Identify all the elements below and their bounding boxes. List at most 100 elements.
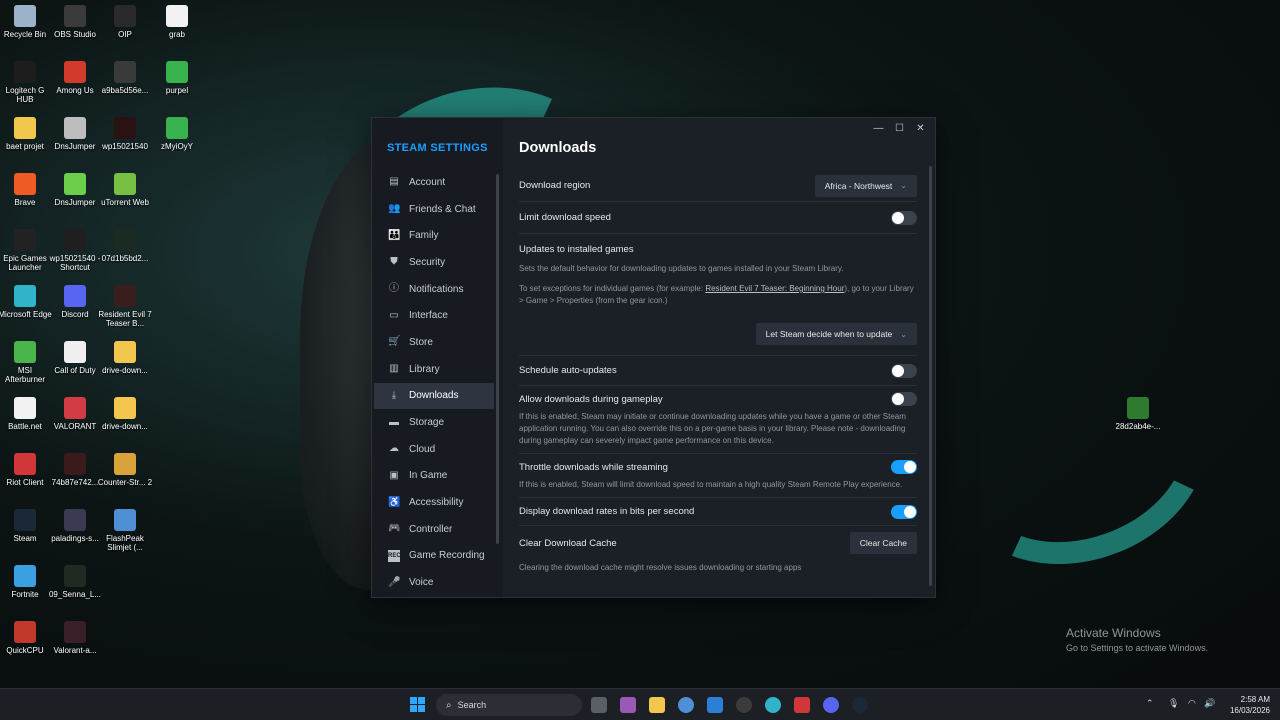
app-icon[interactable] xyxy=(620,697,636,713)
desktop-icon[interactable]: drive-down... xyxy=(100,397,150,453)
app-shortcut-icon xyxy=(114,5,136,27)
desktop-icon[interactable]: zMyiOyY xyxy=(152,117,202,173)
sidebar-item-family[interactable]: 👪 Family xyxy=(372,222,503,249)
close-button[interactable]: ✕ xyxy=(910,122,931,136)
desktop-icon[interactable]: baet projet xyxy=(0,117,50,173)
sidebar-item-game-recording[interactable]: REC Game Recording xyxy=(372,543,503,570)
desktop-icon[interactable]: 09_Senna_L... xyxy=(49,565,101,621)
updates-section: Updates to installed games Sets the defa… xyxy=(519,234,917,356)
throttle-section: Throttle downloads while streaming If th… xyxy=(519,454,917,498)
desktop-icon[interactable]: Brave xyxy=(0,173,50,229)
wifi-icon[interactable]: ◠ xyxy=(1188,698,1196,709)
discord-icon[interactable] xyxy=(823,697,839,713)
browser-icon[interactable] xyxy=(678,697,694,713)
desktop-icon[interactable]: a9ba5d56e... xyxy=(100,61,150,117)
sidebar-item-store[interactable]: 🛒 Store xyxy=(372,329,503,356)
content-scrollbar[interactable] xyxy=(929,166,932,586)
taskbar-clock[interactable]: 2:58 AM 16/03/2026 xyxy=(1226,694,1270,716)
sidebar-item-cloud[interactable]: ☁ Cloud xyxy=(372,436,503,463)
bits-toggle[interactable] xyxy=(891,504,917,519)
desktop-icon[interactable]: QuickCPU xyxy=(0,621,50,677)
desktop-icon[interactable]: uTorrent Web xyxy=(100,173,150,229)
desktop-icon[interactable]: Recycle Bin xyxy=(0,5,50,61)
app-shortcut-icon xyxy=(14,565,36,587)
desktop-icon[interactable]: Epic Games Launcher xyxy=(0,229,50,285)
maximize-button[interactable]: ☐ xyxy=(889,122,910,136)
sidebar-item-downloads[interactable]: ⤓ Downloads xyxy=(374,382,494,410)
sidebar-item-voice[interactable]: 🎤 Voice xyxy=(372,569,503,596)
limit-speed-toggle[interactable] xyxy=(891,210,917,225)
desktop-icon[interactable]: Among Us xyxy=(50,61,100,117)
update-mode-dropdown[interactable]: Let Steam decide when to update ⌄ xyxy=(755,323,917,345)
desktop-icon[interactable]: Battle.net xyxy=(0,397,50,453)
download-region-dropdown[interactable]: Africa - Northwest ⌄ xyxy=(814,174,917,197)
desktop-icon[interactable]: FlashPeak Slimjet (... xyxy=(100,509,150,565)
sidebar-item-controller[interactable]: 🎮 Controller xyxy=(372,516,503,543)
store-icon[interactable] xyxy=(707,697,723,713)
updates-exceptions-text: To set exceptions for individual games (… xyxy=(519,283,917,307)
sidebar-item-interface[interactable]: ▭ Interface xyxy=(372,302,503,329)
desktop-icon[interactable]: 74b87e742... xyxy=(50,453,100,509)
app-shortcut-icon xyxy=(166,61,188,83)
desktop-icon[interactable]: Resident Evil 7 Teaser B... xyxy=(98,285,152,341)
app-shortcut-icon xyxy=(64,565,86,587)
voice-icon: 🎤 xyxy=(388,576,401,588)
desktop-icon[interactable]: OBS Studio xyxy=(50,5,100,61)
desktop-icon[interactable]: Microsoft Edge xyxy=(0,285,52,341)
desktop-icon[interactable]: grab xyxy=(152,5,202,61)
sidebar-item-friends-chat[interactable]: 👥 Friends & Chat xyxy=(372,196,503,223)
sidebar-item-storage[interactable]: ▬ Storage xyxy=(372,409,503,436)
desktop-icon[interactable]: Steam xyxy=(0,509,50,565)
allow-gameplay-toggle[interactable] xyxy=(891,392,917,406)
game-recording-icon: REC xyxy=(388,549,401,562)
desktop-icon-28d2ab4e[interactable]: 28d2ab4e-... xyxy=(1113,397,1163,453)
desktop-icon[interactable]: Discord xyxy=(50,285,100,341)
desktop-icon[interactable]: 07d1b5bd2... xyxy=(100,229,150,285)
taskbar-search[interactable]: ⌕ Search xyxy=(436,694,582,716)
app-icon[interactable] xyxy=(794,697,810,713)
desktop-icon-label: Recycle Bin xyxy=(3,30,47,39)
sidebar-scrollbar[interactable] xyxy=(496,174,499,544)
desktop-icon[interactable]: Logitech G HUB xyxy=(0,61,50,117)
obs-icon[interactable] xyxy=(736,697,752,713)
sidebar-item-label: Cloud xyxy=(409,443,436,455)
microphone-icon[interactable]: 🎙 xyxy=(1168,698,1179,709)
desktop-icon-label: OBS Studio xyxy=(54,30,96,39)
edge-icon[interactable] xyxy=(765,697,781,713)
desktop-icon[interactable]: Fortnite xyxy=(0,565,50,621)
desktop-icon[interactable]: DnsJumper xyxy=(50,173,100,229)
sidebar-item-notifications[interactable]: ⓘ Notifications xyxy=(372,276,503,303)
volume-icon[interactable]: 🔊 xyxy=(1204,698,1215,709)
desktop-icon[interactable]: Counter-Str... 2 xyxy=(98,453,152,509)
desktop-icon[interactable]: VALORANT xyxy=(50,397,100,453)
start-button[interactable] xyxy=(410,697,426,713)
desktop-icon[interactable]: paladings-s... xyxy=(50,509,100,565)
steam-icon[interactable] xyxy=(852,697,868,713)
throttle-toggle[interactable] xyxy=(891,460,917,474)
sidebar-item-in-game[interactable]: ▣ In Game xyxy=(372,463,503,490)
desktop-icon-label: grab xyxy=(168,30,185,39)
sidebar-item-library[interactable]: ▥ Library xyxy=(372,356,503,383)
desktop-icon[interactable]: Riot Client xyxy=(0,453,50,509)
desktop-icon[interactable]: DnsJumper xyxy=(50,117,100,173)
sidebar-item-security[interactable]: ⛊ Security xyxy=(372,249,503,276)
file-explorer-icon[interactable] xyxy=(649,697,665,713)
task-view-icon[interactable] xyxy=(591,697,607,713)
game-link[interactable]: Resident Evil 7 Teaser: Beginning Hour xyxy=(705,284,844,293)
minimize-button[interactable]: — xyxy=(868,122,889,136)
desktop-icon[interactable]: MSI Afterburner xyxy=(0,341,50,397)
desktop-icon-label: a9ba5d56e... xyxy=(101,86,149,95)
desktop-icon[interactable]: Valorant-a... xyxy=(50,621,100,677)
clock-date: 16/03/2026 xyxy=(1229,706,1270,715)
sidebar-item-account[interactable]: ▤ Account xyxy=(372,169,503,196)
clear-cache-button[interactable]: Clear Cache xyxy=(849,532,917,554)
desktop-icon[interactable]: purpel xyxy=(152,61,202,117)
desktop-icon[interactable]: wp15021540 xyxy=(100,117,150,173)
desktop-icon[interactable]: wp15021540 - Shortcut xyxy=(50,229,100,285)
schedule-toggle[interactable] xyxy=(891,363,917,378)
desktop-icon[interactable]: OIP xyxy=(100,5,150,61)
desktop-icon[interactable]: drive-down... xyxy=(100,341,150,397)
desktop-icon[interactable]: Call of Duty xyxy=(50,341,100,397)
chevron-up-icon[interactable]: ⌃ xyxy=(1146,698,1154,709)
sidebar-item-accessibility[interactable]: ♿ Accessibility xyxy=(372,489,503,516)
